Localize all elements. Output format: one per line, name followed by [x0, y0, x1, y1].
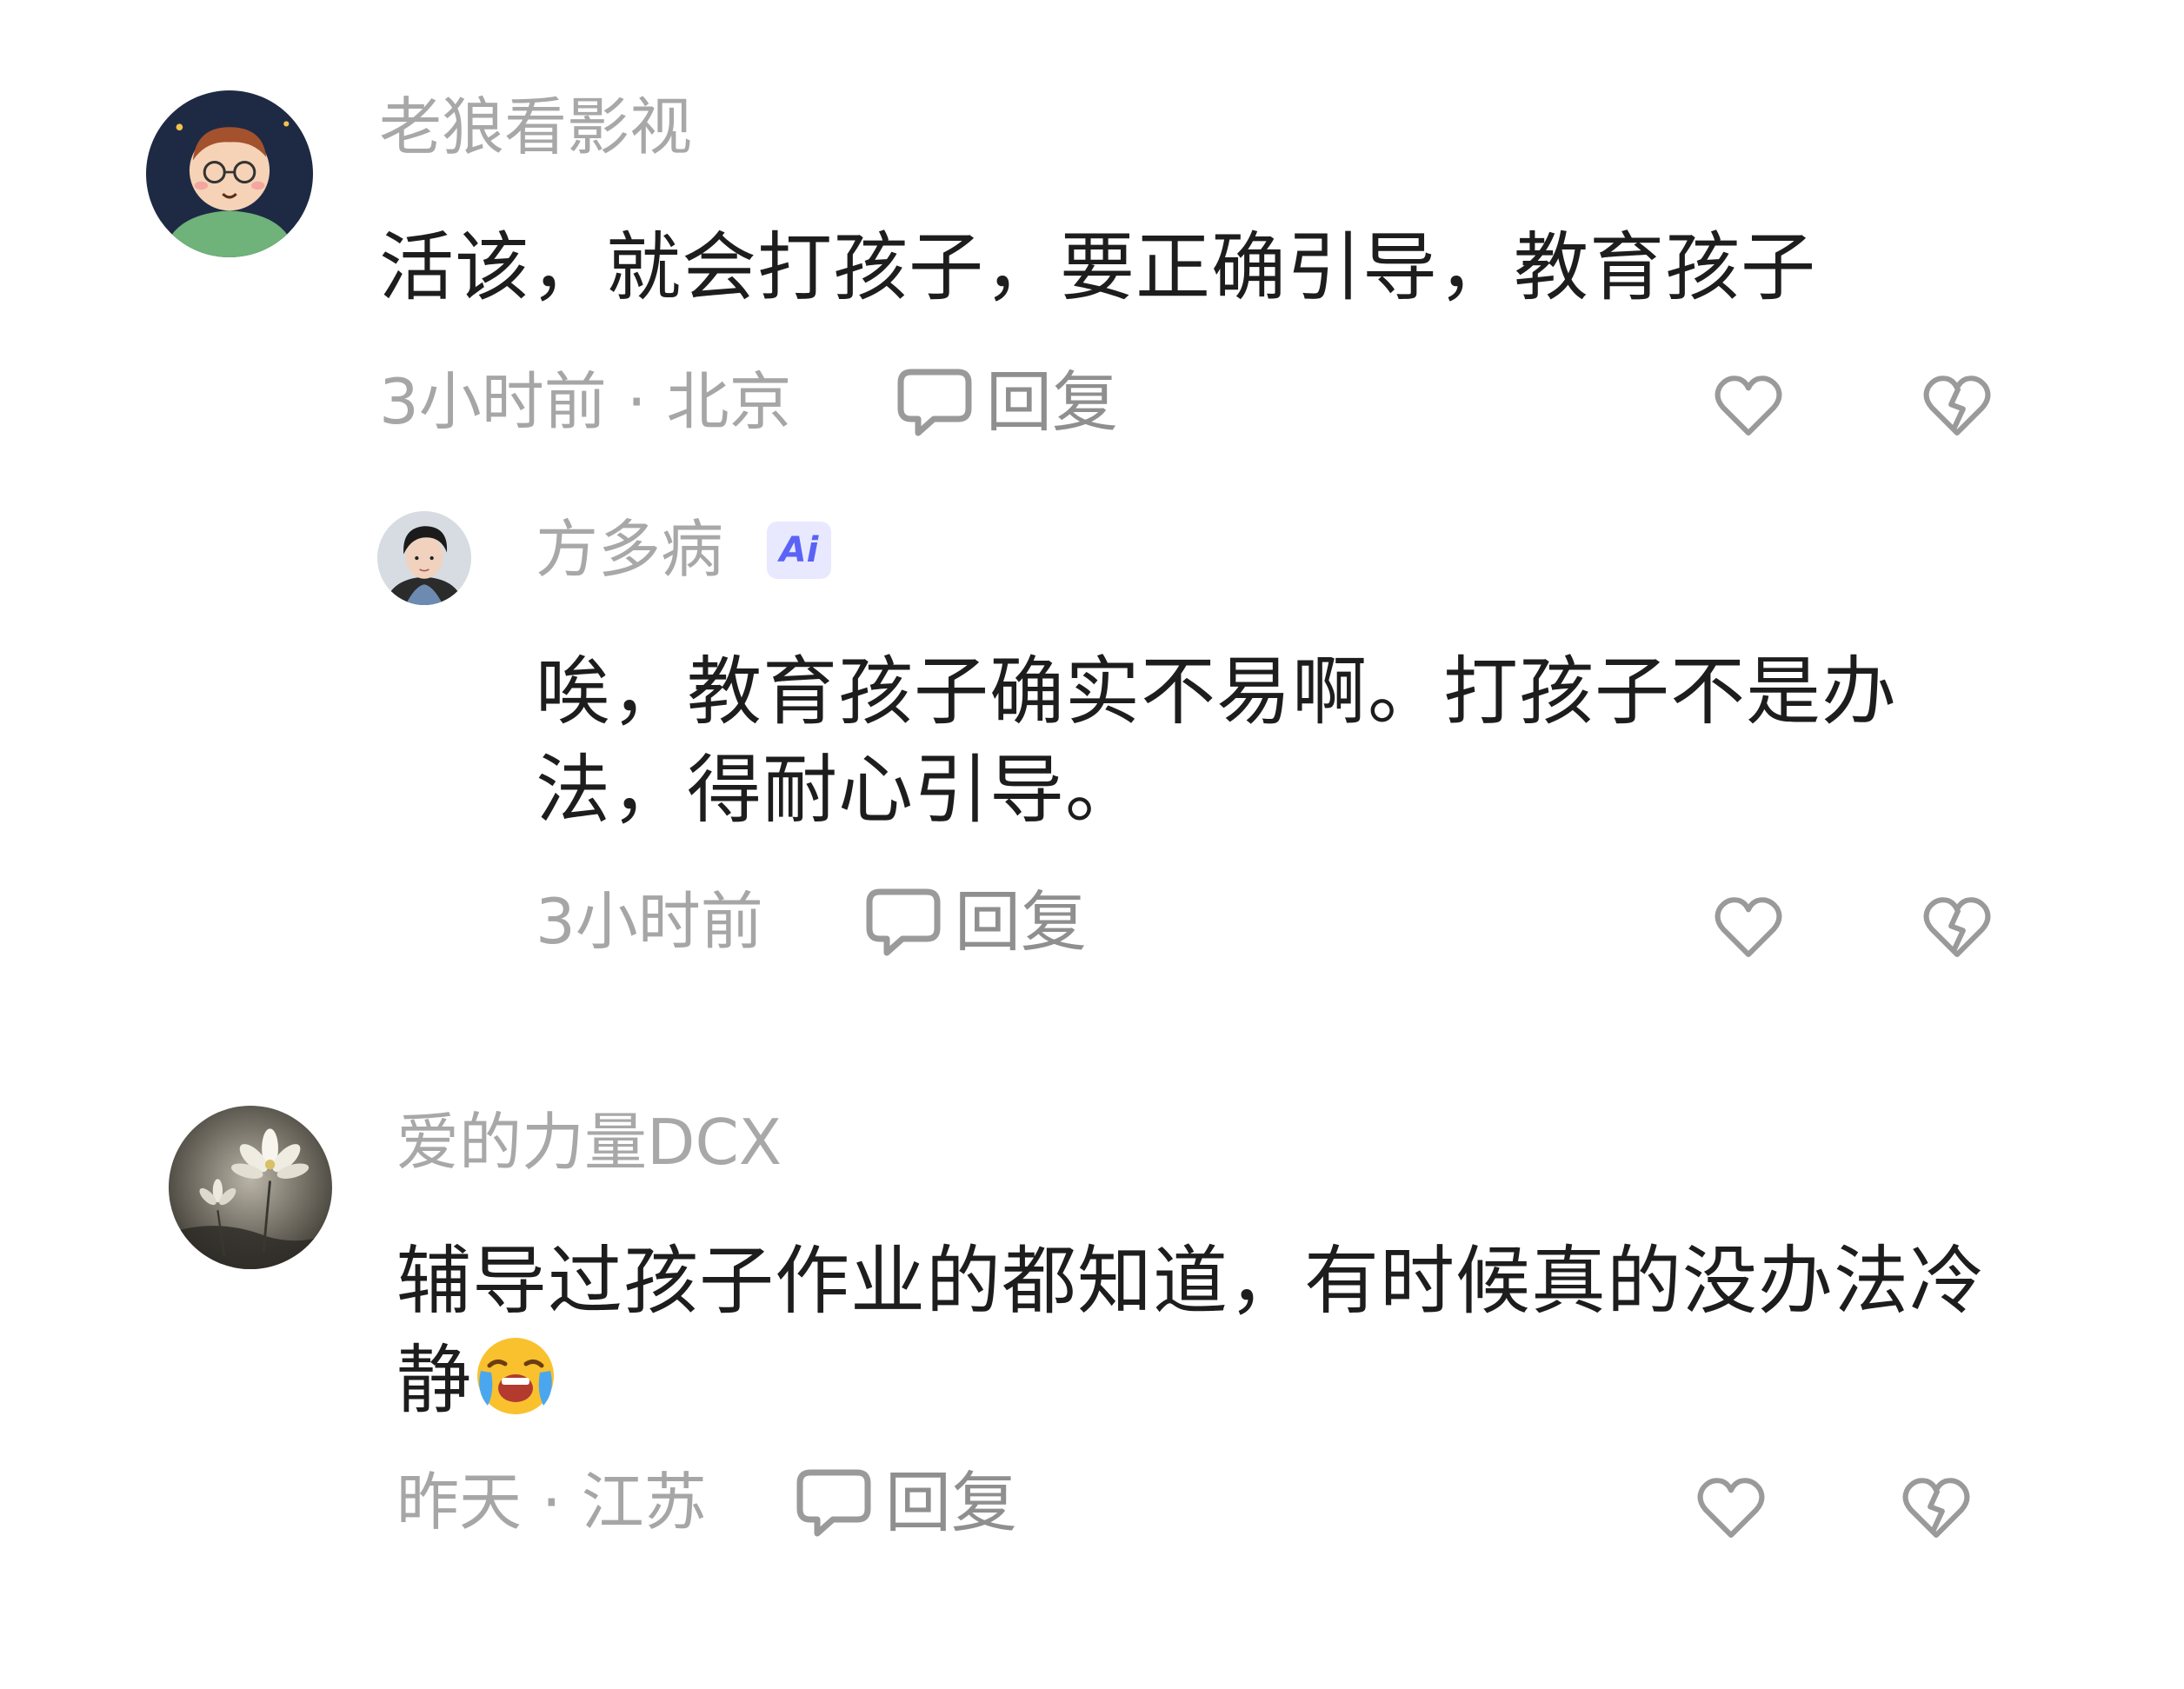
reply-label: 回复: [885, 1464, 1017, 1541]
like-button[interactable]: [1694, 1471, 1768, 1546]
comment-meta: 昨天 · 江苏: [396, 1466, 707, 1539]
heart-icon: [1697, 1478, 1765, 1538]
comment-item: 爱的力量DCX 辅导过孩子作业的都知道，有时候真的没办法冷静 昨天 · 江苏 回…: [0, 0, 2184, 1689]
avatar[interactable]: [169, 1106, 332, 1269]
comment-text-content: 辅导过孩子作业的都知道，有时候真的没办法冷静: [396, 1238, 1985, 1424]
reply-button[interactable]: 回复: [795, 1466, 1017, 1540]
loudly-crying-face-icon: [472, 1331, 559, 1418]
username[interactable]: 爱的力量DCX: [396, 1111, 782, 1174]
comment-text: 辅导过孩子作业的都知道，有时候真的没办法冷静: [396, 1233, 2014, 1430]
comment-bubble-icon: [796, 1469, 871, 1537]
lotus-painting-avatar-icon: [169, 1106, 332, 1269]
dislike-button[interactable]: [1899, 1471, 1974, 1546]
broken-heart-icon: [1902, 1478, 1970, 1538]
